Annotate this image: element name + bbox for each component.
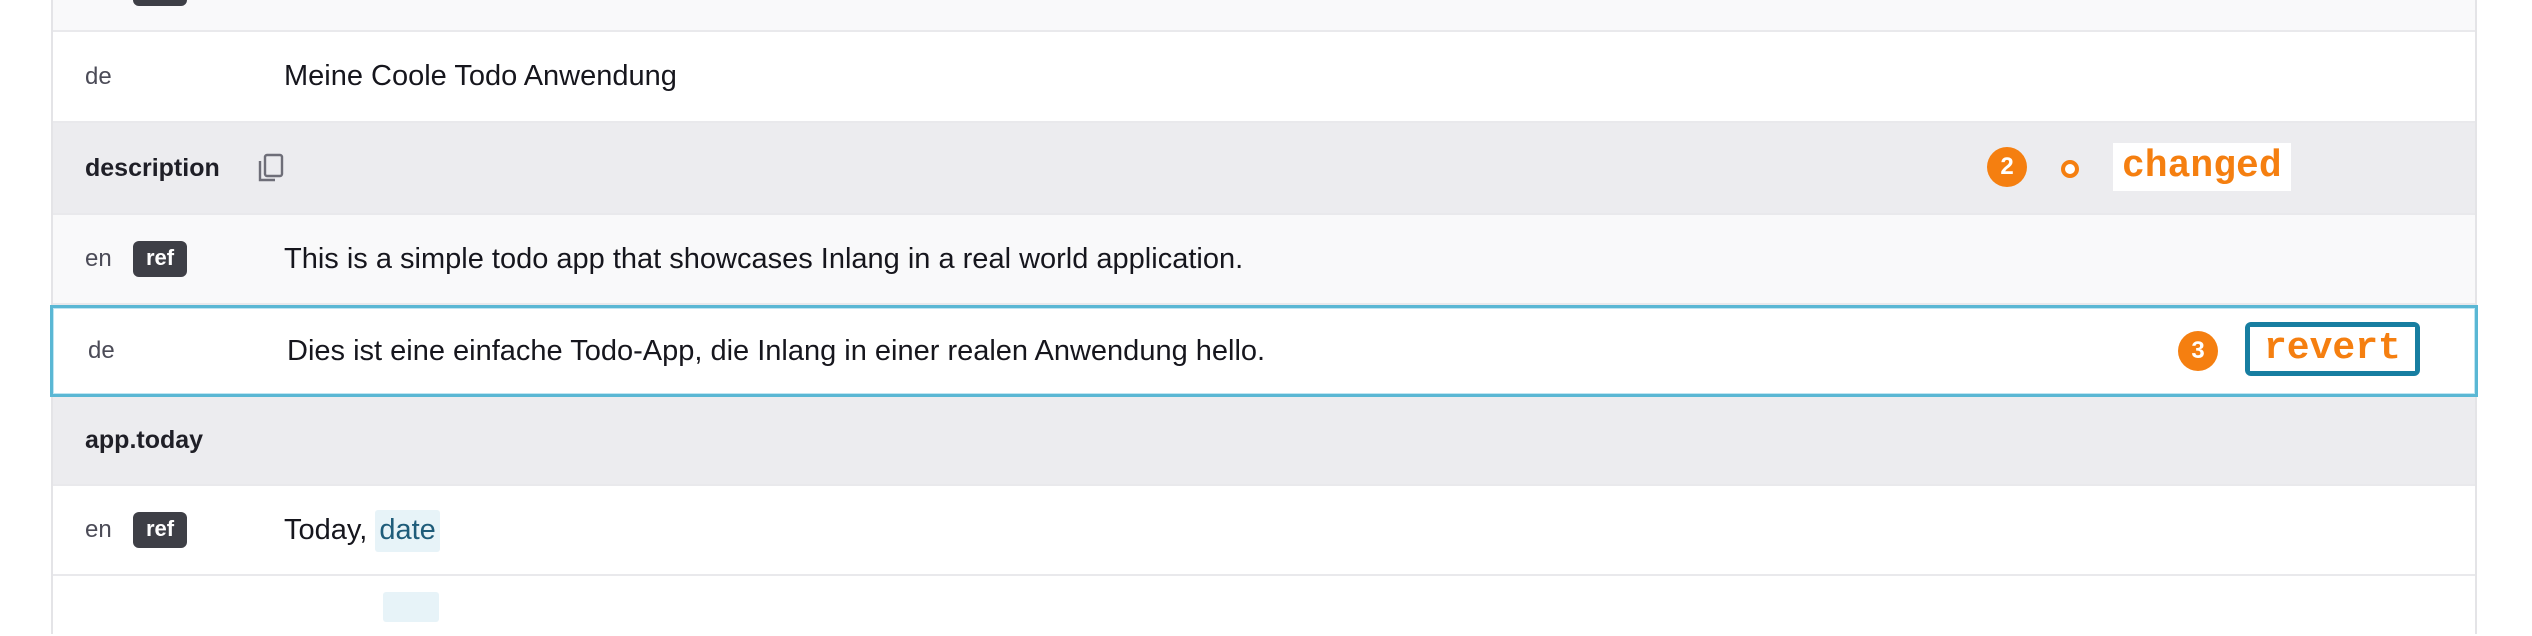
translation-text[interactable]: Meine Coole Todo Anwendung (284, 60, 677, 93)
translation-row-partial-bottom[interactable] (53, 576, 2475, 636)
translation-row-description-de[interactable]: de Dies ist eine einfache Todo-App, die … (50, 305, 2478, 397)
ref-badge: ref (133, 0, 188, 6)
translation-row-description-en[interactable]: en ref This is a simple todo app that sh… (53, 215, 2475, 305)
message-key-header-app-today: app.today (53, 397, 2475, 486)
translation-text[interactable]: Today, date (284, 509, 440, 552)
language-code: en (85, 245, 112, 272)
copy-icon[interactable] (256, 152, 286, 184)
variable-chip-partial (383, 592, 439, 622)
variable-chip[interactable]: date (375, 509, 440, 552)
revert-button-label: revert (2250, 327, 2415, 371)
revert-button[interactable]: revert (2245, 322, 2420, 376)
ref-badge: ref (133, 241, 188, 277)
translation-editor: ref de Meine Coole Todo Anwendung descri… (50, 0, 2478, 636)
ref-badge: ref (133, 512, 188, 548)
text-prefix: Today, (284, 513, 376, 546)
step-badge-3: 3 (2178, 331, 2218, 371)
language-code: de (88, 337, 115, 364)
message-key-header-description: description 2 changed (53, 123, 2475, 215)
translation-row-today-en[interactable]: en ref Today, date (53, 486, 2475, 576)
message-key: app.today (85, 426, 204, 454)
message-key: description (85, 153, 220, 182)
changed-label: changed (2113, 143, 2291, 191)
language-code: en (85, 516, 112, 543)
changed-indicator-dot (2061, 160, 2079, 178)
step-badge-2: 2 (1987, 147, 2027, 187)
translation-row-title-de[interactable]: de Meine Coole Todo Anwendung (53, 32, 2475, 123)
translation-input[interactable]: Dies ist eine einfache Todo-App, die Inl… (287, 335, 1265, 368)
translation-text[interactable]: This is a simple todo app that showcases… (284, 243, 1243, 276)
translation-row-partial[interactable]: ref (53, 0, 2475, 32)
language-code: de (85, 62, 112, 90)
